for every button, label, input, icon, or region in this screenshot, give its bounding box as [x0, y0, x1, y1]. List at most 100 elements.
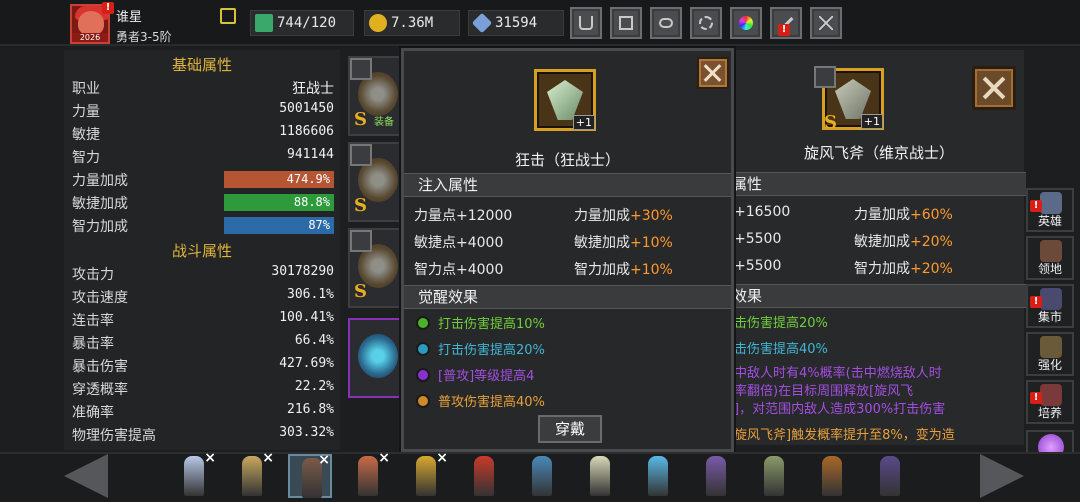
gamepad-button[interactable] — [650, 7, 682, 39]
attr-row: 智力 941144 — [72, 147, 334, 166]
purple-dot-icon — [416, 367, 430, 382]
hero-priestess[interactable] — [578, 454, 622, 498]
remove-icon: × — [318, 452, 330, 468]
remove-icon: × — [262, 450, 274, 466]
gear-icon — [699, 16, 713, 30]
item-icon: +1 — [534, 69, 596, 131]
battle-button[interactable] — [810, 7, 842, 39]
game-screen: 2026 ! 谁星 勇者3-5阶 744/120 7.36M 31594 ! 基… — [0, 0, 1080, 502]
hero-portrait-icon — [242, 456, 262, 496]
hero-shadow[interactable] — [868, 454, 912, 498]
awaken-effect: 打击伤害提高20% — [416, 339, 545, 358]
equip-slot[interactable]: S — [348, 228, 408, 308]
inject-attr: 力量点+12000 — [414, 208, 513, 224]
orange-dot-icon — [416, 393, 430, 408]
menu-enhance-button[interactable]: 强化 — [1026, 332, 1074, 376]
attr-row: 攻击力 30178290 — [72, 264, 334, 283]
compare-awaken-header: 效果 — [732, 284, 1026, 308]
mail-button[interactable] — [610, 7, 642, 39]
gamepad-icon — [659, 18, 673, 28]
axe-icon — [547, 80, 583, 120]
alert-badge-icon: ! — [778, 24, 790, 36]
blue-dot-icon — [416, 341, 430, 356]
axe-icon — [835, 79, 871, 119]
hero-portrait-icon — [358, 456, 378, 496]
player-rank: 勇者3-5阶 — [116, 30, 172, 44]
awaken-effect: [普攻]等级提高4 — [416, 365, 534, 384]
attr-row: 连击率 100.41% — [72, 310, 334, 329]
attr-row: 准确率 216.8% — [72, 402, 334, 421]
attr-row: 职业 狂战士 — [72, 80, 334, 97]
equip-slot[interactable]: S — [348, 142, 408, 222]
hero-berserker[interactable]: × — [288, 452, 332, 498]
green-dot-icon — [416, 315, 430, 330]
hero-portrait-icon — [822, 456, 842, 496]
edit-icon[interactable] — [220, 8, 236, 24]
remove-icon: × — [378, 450, 390, 466]
attr-row: 物理伤害提高 303.32% — [72, 425, 334, 444]
hero-archer[interactable]: × — [230, 450, 274, 498]
hero-druid[interactable] — [752, 454, 796, 498]
hero-fire-mage[interactable] — [462, 454, 506, 498]
hero-cyborg[interactable] — [520, 454, 564, 498]
alert-badge-icon: ! — [102, 2, 114, 14]
strength-bonus-row: 力量加成 474.9% — [72, 169, 334, 191]
hero-frost[interactable] — [636, 454, 680, 498]
hero-warlock[interactable] — [694, 454, 738, 498]
settings-button[interactable] — [690, 7, 722, 39]
alert-badge-icon: ! — [1030, 392, 1042, 404]
attr-row: 穿透概率 22.2% — [72, 379, 334, 398]
combat-attr-title: 战斗属性 — [171, 242, 232, 260]
inject-attr: 力量加成+30% — [574, 208, 673, 224]
color-button[interactable] — [730, 7, 762, 39]
agility-bonus-bar: 88.8% — [224, 194, 334, 211]
awaken-effect: 普攻伤害提高40% — [416, 391, 545, 410]
hero-portrait-icon — [764, 456, 784, 496]
energy-counter: 744/120 — [250, 10, 354, 36]
hero-portrait-icon — [184, 456, 204, 496]
hero-ice-mage[interactable]: × — [172, 450, 216, 498]
hero-mini-icon — [350, 144, 372, 166]
intellect-bonus-bar: 87% — [224, 217, 334, 234]
hero-portrait-icon — [880, 456, 900, 496]
compare-close-button[interactable] — [972, 66, 1016, 110]
hero-portrait-icon — [474, 456, 494, 496]
remove-icon: × — [204, 450, 216, 466]
shield-icon — [358, 334, 398, 378]
gem-counter: 31594 — [468, 10, 564, 36]
gold-counter: 7.36M — [364, 10, 460, 36]
compare-inject-header: 属性 — [732, 172, 1026, 196]
equipped-tag: 装备 — [374, 117, 394, 128]
menu-territory-button[interactable]: 领地 — [1026, 236, 1074, 280]
inject-attr: 敏捷加成+10% — [574, 235, 673, 251]
hero-guardian[interactable] — [810, 454, 854, 498]
hero-portrait-icon — [590, 456, 610, 496]
cart-icon — [579, 16, 593, 30]
anvil-icon — [1040, 336, 1062, 358]
agility-bonus-row: 敏捷加成 88.8% — [72, 192, 334, 214]
inject-header: 注入属性 — [404, 173, 731, 197]
remove-icon: × — [436, 450, 448, 466]
attr-row: 暴击伤害 427.69% — [72, 356, 334, 375]
shop-button[interactable] — [570, 7, 602, 39]
basic-attr-title: 基础属性 — [171, 56, 232, 74]
equip-slot[interactable] — [348, 318, 408, 398]
awaken-effect: 打击伤害提高10% — [416, 313, 545, 332]
compare-item-name: 旋风飞斧（维京战士） — [803, 144, 954, 162]
inject-attr: 智力点+4000 — [414, 262, 504, 278]
energy-icon — [255, 14, 273, 32]
attr-row: 攻击速度 306.1% — [72, 287, 334, 306]
hero-warrior[interactable]: × — [346, 450, 390, 498]
close-button[interactable] — [697, 57, 729, 89]
hero-knight[interactable]: × — [404, 450, 448, 498]
energy-value: 744/120 — [277, 15, 337, 31]
equip-slot[interactable]: S 装备 — [348, 56, 408, 136]
awaken-header: 觉醒效果 — [404, 285, 731, 309]
item-detail-modal: +1 狂击（狂战士） 注入属性 力量点+12000 力量加成+30% 敏捷点+4… — [401, 48, 734, 452]
inject-attr: 智力加成+10% — [574, 262, 673, 278]
castle-icon — [1040, 240, 1062, 262]
hero-mini-icon — [814, 66, 836, 88]
attr-row: 暴击率 66.4% — [72, 333, 334, 352]
item-name: 狂击（狂战士） — [514, 151, 620, 169]
equip-button[interactable]: 穿戴 — [538, 415, 602, 443]
